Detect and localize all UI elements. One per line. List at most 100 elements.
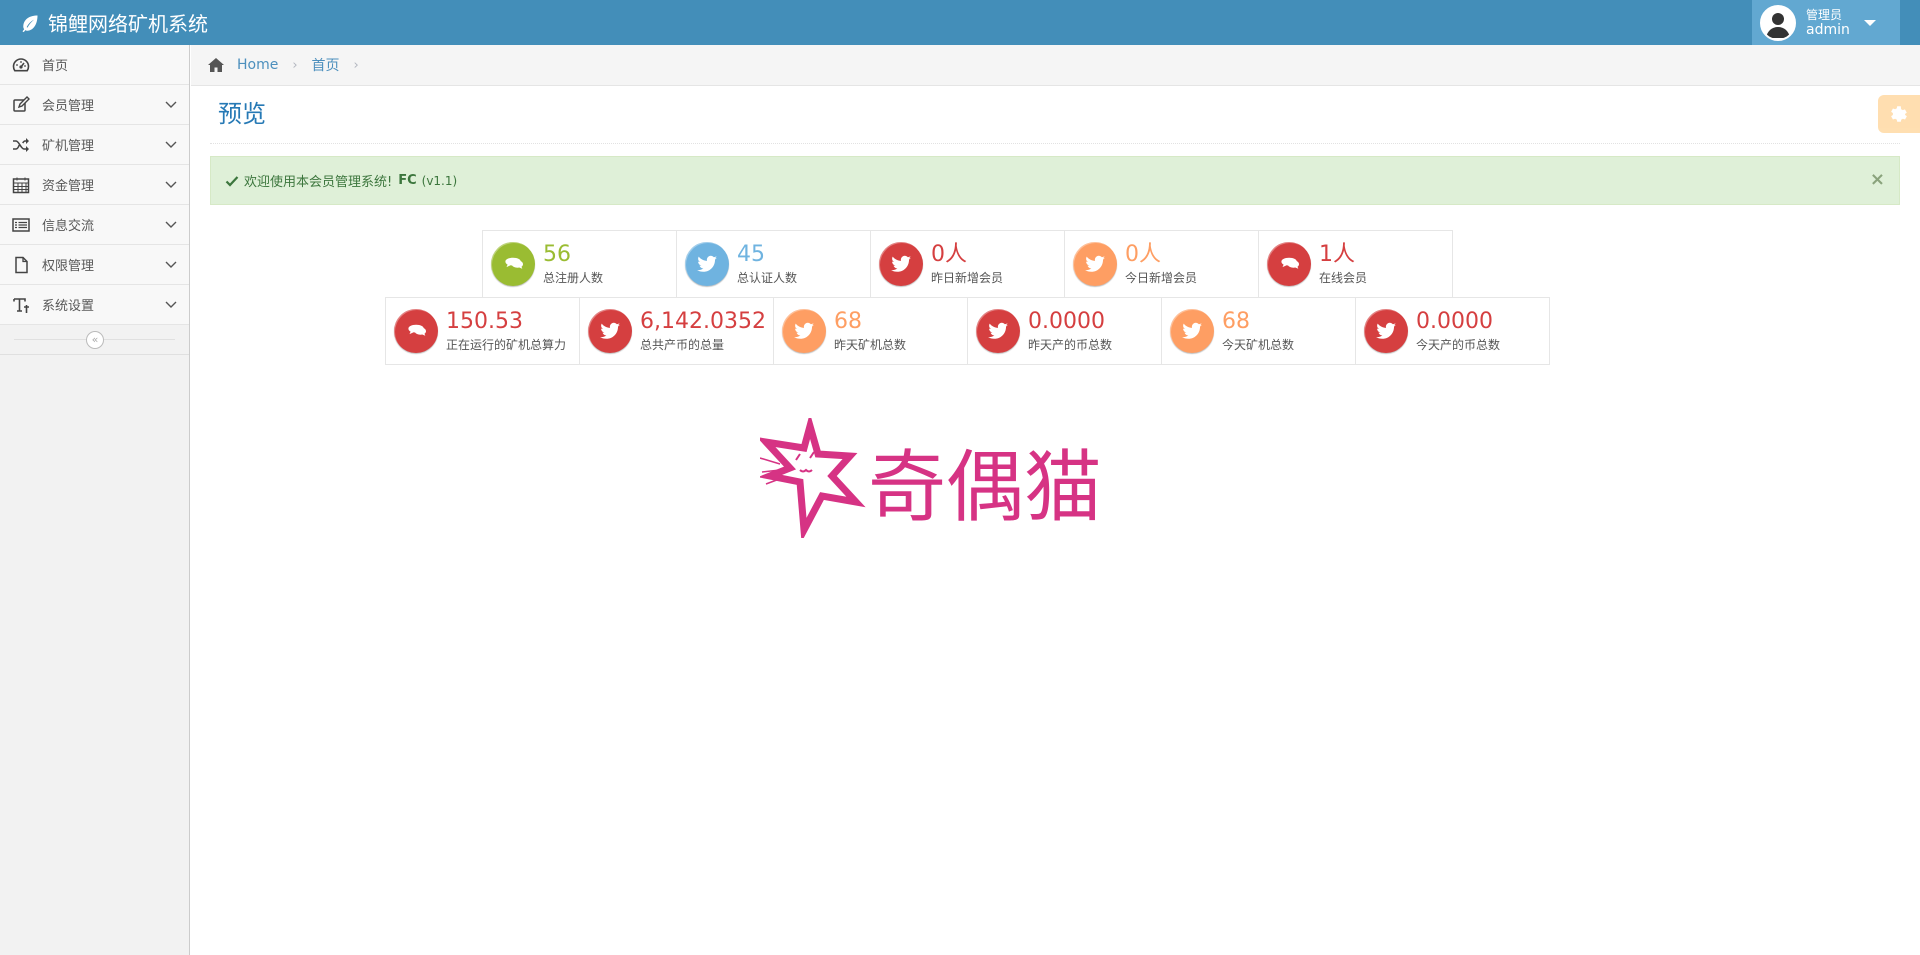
stat-label: 今日新增会员 xyxy=(1125,270,1198,285)
caret-down-icon xyxy=(1863,19,1876,26)
sidebar-item-label: 信息交流 xyxy=(42,219,95,234)
stat-label: 今天产的币总数 xyxy=(1416,337,1501,352)
sidebar-item-member[interactable]: 会员管理 xyxy=(0,85,189,125)
twitter-icon xyxy=(685,242,729,286)
sidebar-collapse-bar: « xyxy=(0,325,189,355)
stat-data: 68 今天矿机总数 xyxy=(1222,308,1294,353)
sidebar: 首页 会员管理 矿机管理 资金管理 信息交流 权限管理 系统设置 « xyxy=(0,45,190,955)
user-avatar-icon xyxy=(1762,6,1794,39)
chevron-down-icon xyxy=(165,218,177,230)
stat-value: 6,142.0352 xyxy=(640,308,766,334)
sidebar-item-label: 资金管理 xyxy=(42,179,95,194)
welcome-alert: 欢迎使用本会员管理系统! FC (v1.1) × xyxy=(210,156,1900,205)
leaf-icon xyxy=(22,15,38,32)
top-navbar: 锦鲤网络矿机系统 管理员 admin xyxy=(0,0,1920,45)
check-icon xyxy=(225,174,239,188)
stat-box: 1人 在线会员 xyxy=(1258,230,1453,298)
stat-data: 0.0000 今天产的币总数 xyxy=(1416,308,1501,353)
stat-value: 0人 xyxy=(931,241,967,267)
stat-data: 6,142.0352 总共产币的总量 xyxy=(640,308,766,353)
stat-box: 6,142.0352 总共产币的总量 xyxy=(579,297,774,365)
page-header: 预览 xyxy=(210,98,1900,144)
stat-value: 68 xyxy=(834,308,862,334)
breadcrumb: Home › 首页 › xyxy=(191,45,1920,86)
stat-label: 总认证人数 xyxy=(737,270,798,285)
breadcrumb-separator: › xyxy=(292,57,298,73)
stat-value: 68 xyxy=(1222,308,1250,334)
breadcrumb-separator: › xyxy=(353,57,359,73)
stat-label: 昨天矿机总数 xyxy=(834,337,907,352)
text-icon xyxy=(12,296,30,314)
stat-box: 150.53 正在运行的矿机总算力 xyxy=(385,297,580,365)
twitter-icon xyxy=(976,309,1020,353)
alert-product: FC xyxy=(398,173,417,188)
sidebar-item-miner[interactable]: 矿机管理 xyxy=(0,125,189,165)
user-role: 管理员 xyxy=(1806,7,1843,22)
chevron-down-icon xyxy=(165,258,177,270)
avatar xyxy=(1760,4,1796,41)
stat-data: 1人 在线会员 xyxy=(1319,241,1367,286)
sidebar-item-permission[interactable]: 权限管理 xyxy=(0,245,189,285)
user-name: admin xyxy=(1806,21,1850,38)
list-icon xyxy=(12,216,30,234)
sidebar-item-label: 系统设置 xyxy=(42,299,95,314)
twitter-icon xyxy=(1364,309,1408,353)
stat-box: 0.0000 昨天产的币总数 xyxy=(967,297,1162,365)
stat-value: 0.0000 xyxy=(1416,308,1493,334)
gear-icon xyxy=(1891,106,1907,122)
chevron-down-icon xyxy=(165,138,177,150)
twitter-icon xyxy=(1073,242,1117,286)
twitter-icon xyxy=(782,309,826,353)
stat-label: 正在运行的矿机总算力 xyxy=(446,337,567,352)
stat-box: 68 今天矿机总数 xyxy=(1161,297,1356,365)
app-title: 锦鲤网络矿机系统 xyxy=(48,12,208,36)
alert-text: 欢迎使用本会员管理系统! xyxy=(244,175,393,190)
stat-box: 0人今日新增会员 xyxy=(1064,230,1259,298)
breadcrumb-home-link[interactable]: Home xyxy=(237,57,278,73)
sidebar-item-home[interactable]: 首页 xyxy=(0,45,189,85)
stat-box: 0人昨日新增会员 xyxy=(870,230,1065,298)
comments-icon xyxy=(394,309,438,353)
breadcrumb-current-link[interactable]: 首页 xyxy=(312,55,340,75)
user-info: 管理员 admin xyxy=(1806,8,1850,38)
file-icon xyxy=(12,256,30,274)
twitter-icon xyxy=(1170,309,1214,353)
sidebar-item-settings[interactable]: 系统设置 xyxy=(0,285,189,325)
sidebar-item-finance[interactable]: 资金管理 xyxy=(0,165,189,205)
sidebar-collapse-button[interactable]: « xyxy=(86,331,104,349)
stat-data: 0人昨日新增会员 xyxy=(931,241,1004,286)
comments-icon xyxy=(491,242,535,286)
random-icon xyxy=(12,136,30,154)
user-menu-toggle[interactable]: 管理员 admin xyxy=(1752,0,1900,45)
ace-settings-button[interactable] xyxy=(1878,95,1920,133)
chevron-down-icon xyxy=(165,178,177,190)
stat-value: 0人 xyxy=(1125,241,1161,267)
comments-icon xyxy=(1267,242,1311,286)
sidebar-item-label: 权限管理 xyxy=(42,259,95,274)
brand-link[interactable]: 锦鲤网络矿机系统 xyxy=(20,0,208,45)
stat-value: 1人 xyxy=(1319,241,1355,267)
stat-value: 150.53 xyxy=(446,308,523,334)
alert-version: (v1.1) xyxy=(421,173,458,188)
stat-box: 45 总认证人数 xyxy=(676,230,871,298)
stat-data: 68 昨天矿机总数 xyxy=(834,308,907,353)
sidebar-item-label: 会员管理 xyxy=(42,99,95,114)
chevron-down-icon xyxy=(165,98,177,110)
sidebar-item-label: 矿机管理 xyxy=(42,139,95,154)
twitter-icon xyxy=(879,242,923,286)
brand-logo: 奇偶猫 xyxy=(760,418,1130,538)
stat-label: 总注册人数 xyxy=(543,270,604,285)
home-icon[interactable] xyxy=(207,57,225,73)
sidebar-item-label: 首页 xyxy=(42,59,69,74)
sidebar-item-message[interactable]: 信息交流 xyxy=(0,205,189,245)
stats-row-1: 56 总注册人数 45 总认证人数 0人 昨日新增会员 0人 今日新增会员 1人 在线会员 xyxy=(482,230,1453,298)
twitter-icon xyxy=(588,309,632,353)
alert-close-button[interactable]: × xyxy=(1870,169,1885,190)
stat-label: 昨日新增会员 xyxy=(931,270,1004,285)
stat-label: 总共产币的总量 xyxy=(640,337,725,352)
chevron-down-icon xyxy=(165,298,177,310)
dashboard-icon xyxy=(12,56,30,74)
stats-row-2: 150.53 正在运行的矿机总算力 6,142.0352 总共产币的总量 68 昨天矿机总… xyxy=(385,297,1550,365)
stat-data: 45 总认证人数 xyxy=(737,242,798,286)
stat-value: 56 xyxy=(543,241,571,267)
